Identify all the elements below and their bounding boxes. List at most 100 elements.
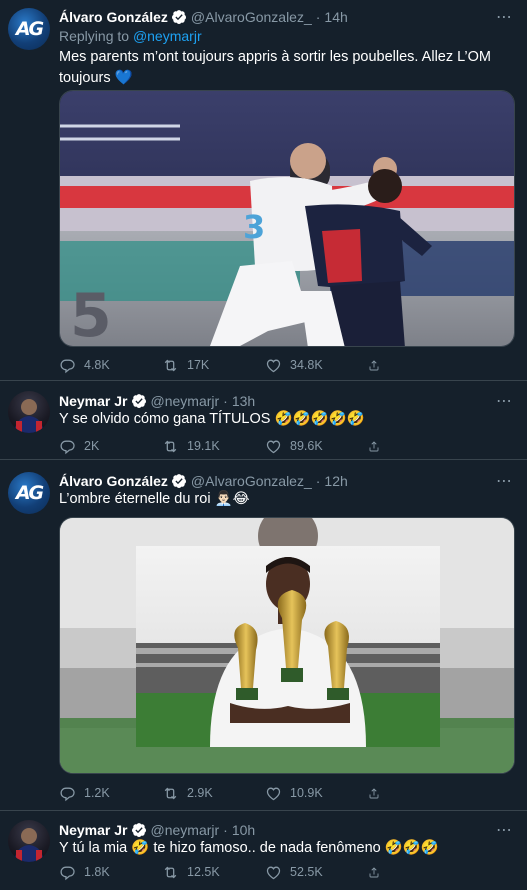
retweet-icon [162,785,179,802]
like-count: 34.8K [290,358,323,372]
retweet-button[interactable]: 2.9K [162,785,265,802]
tweet-1[interactable]: AG Álvaro González @AlvaroGonzalez_ · 14… [0,0,527,380]
verified-badge-icon [131,393,147,409]
tweet-actions: 4.8K 17K 34.8K [59,355,459,375]
avatar-initials: AG [15,18,44,40]
tweet-text: Mes parents m’ont toujours appris à sort… [59,47,517,89]
reply-icon [59,357,76,374]
like-icon [265,864,282,881]
tweet-actions: 1.8K 12.5K 52.5K [59,862,459,882]
avatar[interactable] [8,391,50,433]
laughing-emoji: 🤣 [131,840,150,856]
like-count: 10.9K [290,786,323,800]
reply-count: 2K [84,439,100,453]
avatar[interactable]: AG [8,8,50,50]
retweet-count: 2.9K [187,786,213,800]
like-button[interactable]: 10.9K [265,785,368,802]
share-icon [368,864,380,881]
like-count: 52.5K [290,865,323,879]
share-button[interactable] [368,357,388,374]
author-name[interactable]: Álvaro González [59,473,168,489]
replying-to: Replying to @neymarjr [59,28,202,44]
timestamp[interactable]: 12h [324,473,347,489]
share-icon [368,438,380,455]
like-icon [265,438,282,455]
blue-heart-emoji: 💙 [114,70,133,86]
like-count: 89.6K [290,439,323,453]
svg-text:5: 5 [70,281,112,347]
timestamp[interactable]: 13h [232,393,255,409]
retweet-icon [162,438,179,455]
avatar[interactable]: AG [8,472,50,514]
reply-button[interactable]: 1.8K [59,864,162,881]
avatar[interactable] [8,820,50,862]
more-options-icon[interactable]: ⋯ [496,471,513,491]
separator-dot: · [315,473,321,489]
tweet-text: Y tú la mia 🤣 te hizo famoso.. de nada f… [59,838,517,859]
tweet-text: Y se olvido cómo gana TÍTULOS 🤣🤣🤣🤣🤣 [59,409,517,430]
separator-dot: · [223,822,228,838]
author-handle[interactable]: @AlvaroGonzalez_ [191,9,312,25]
replying-label: Replying to [59,28,130,44]
more-options-icon[interactable]: ⋯ [496,391,513,411]
replying-to-link[interactable]: @neymarjr [133,28,202,44]
separator-dot: · [223,393,228,409]
reply-button[interactable]: 1.2K [59,785,162,802]
tweet-header: Neymar Jr @neymarjr · 13h [59,391,255,411]
reply-count: 4.8K [84,358,110,372]
tweet-photo[interactable] [59,517,515,774]
author-name[interactable]: Neymar Jr [59,393,128,409]
timestamp[interactable]: 14h [324,9,347,25]
author-name[interactable]: Álvaro González [59,9,168,25]
football-match-photo: 5 3 [60,91,514,347]
share-button[interactable] [368,785,388,802]
tweet-text-body: L’ombre éternelle du roi [59,491,211,507]
author-handle[interactable]: @neymarjr [151,393,220,409]
tweet-photo[interactable]: 5 3 [59,90,515,347]
neymar-avatar-image [14,399,44,433]
verified-badge-icon [171,473,187,489]
laughing-emoji: 🤣🤣🤣 [384,840,439,856]
more-options-icon[interactable]: ⋯ [496,820,513,840]
separator-dot: · [315,9,321,25]
laughing-emoji: 🤣🤣🤣🤣🤣 [274,411,365,427]
retweet-button[interactable]: 19.1K [162,438,265,455]
share-button[interactable] [368,438,388,455]
tweet-4[interactable]: Neymar Jr @neymarjr · 10h ⋯ Y tú la mia … [0,811,527,890]
timestamp[interactable]: 10h [232,822,255,838]
like-icon [265,357,282,374]
tweet-2[interactable]: Neymar Jr @neymarjr · 13h ⋯ Y se olvido … [0,381,527,459]
tweet-header: Neymar Jr @neymarjr · 10h [59,820,255,840]
tweet-3[interactable]: AG Álvaro González @AlvaroGonzalez_ · 12… [0,460,527,810]
author-handle[interactable]: @neymarjr [151,822,220,838]
like-button[interactable]: 34.8K [265,357,368,374]
author-name[interactable]: Neymar Jr [59,822,128,838]
jersey-number: 3 [243,208,265,246]
reply-button[interactable]: 4.8K [59,357,162,374]
tweet-actions: 2K 19.1K 89.6K [59,436,459,456]
neymar-avatar-image [14,828,44,862]
tweet-text-body: Y se olvido cómo gana TÍTULOS [59,411,271,427]
text-emoji: 👨🏻‍💼😂 [214,491,250,507]
retweet-button[interactable]: 12.5K [162,864,265,881]
tweet-header: Álvaro González @AlvaroGonzalez_ · 12h [59,471,348,491]
author-handle[interactable]: @AlvaroGonzalez_ [191,473,312,489]
reply-count: 1.8K [84,865,110,879]
reply-icon [59,438,76,455]
share-icon [368,785,380,802]
share-icon [368,357,380,374]
avatar-initials: AG [15,482,44,504]
more-options-icon[interactable]: ⋯ [496,7,513,27]
retweet-count: 12.5K [187,865,220,879]
tweet-header: Álvaro González @AlvaroGonzalez_ · 14h [59,7,348,27]
like-button[interactable]: 89.6K [265,438,368,455]
retweet-count: 17K [187,358,210,372]
like-button[interactable]: 52.5K [265,864,368,881]
reply-button[interactable]: 2K [59,438,162,455]
retweet-count: 19.1K [187,439,220,453]
share-button[interactable] [368,864,388,881]
tweet-text-part1: Y tú la mia [59,840,128,856]
verified-badge-icon [131,822,147,838]
retweet-button[interactable]: 17K [162,357,265,374]
reply-icon [59,785,76,802]
